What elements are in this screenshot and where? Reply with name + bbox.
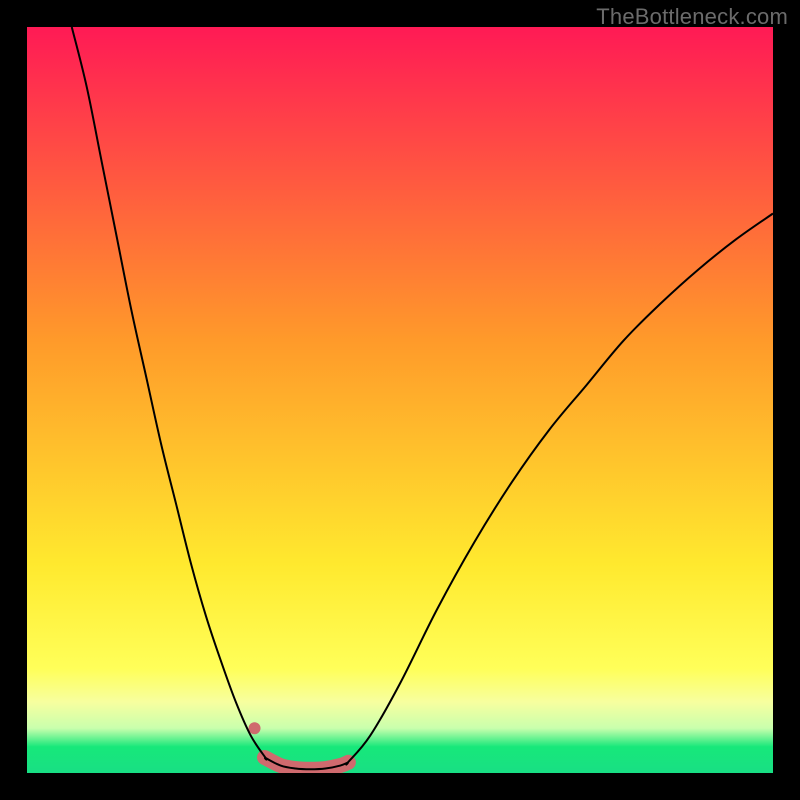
outer-frame: TheBottleneck.com (0, 0, 800, 800)
chart-area (27, 27, 773, 773)
watermark-text: TheBottleneck.com (596, 4, 788, 30)
chart-svg (27, 27, 773, 773)
minimum-highlight-dot (249, 722, 261, 734)
gradient-background (27, 27, 773, 773)
